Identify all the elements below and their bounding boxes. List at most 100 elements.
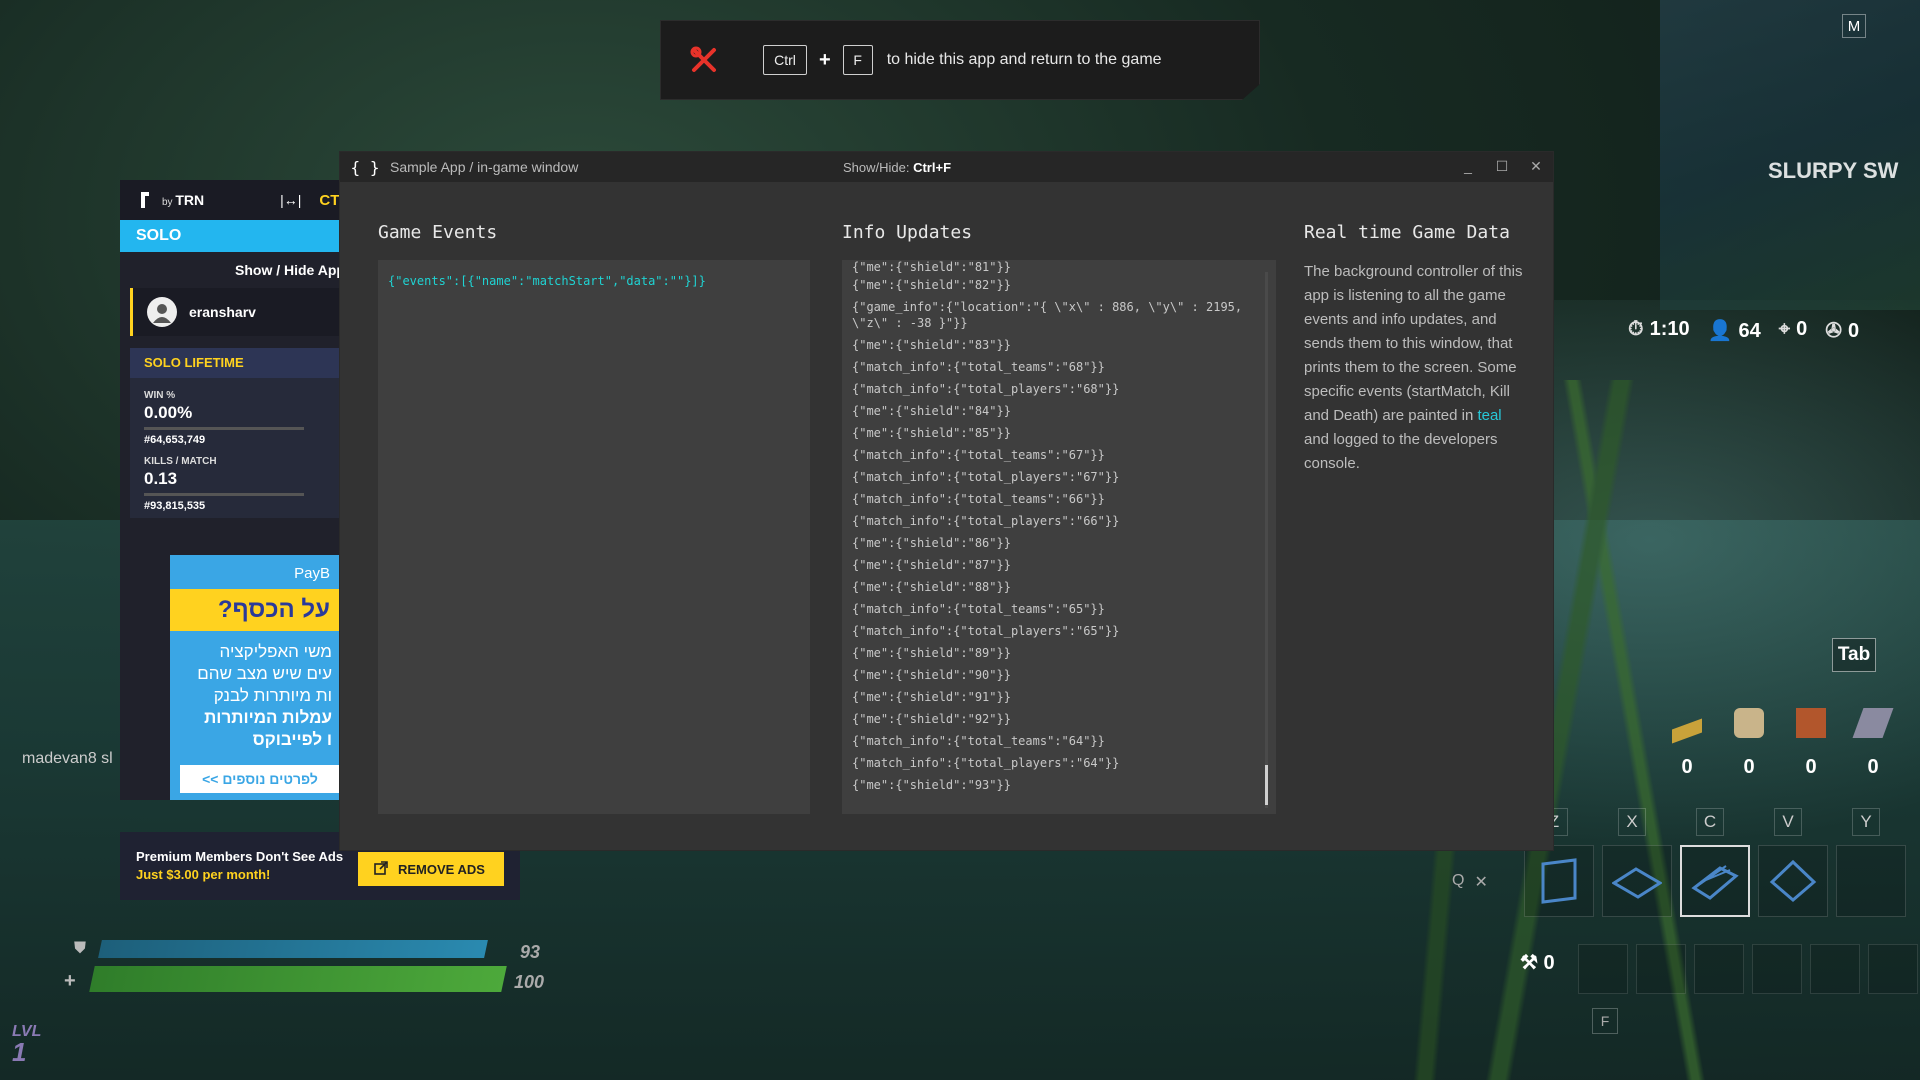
ad-more-button[interactable]: לפרטים נוספים >> — [180, 765, 340, 793]
hint-prefix: Show/Hide: — [843, 160, 914, 175]
info-line: {"me":{"shield":"81"}} — [852, 260, 1011, 274]
level-number: 1 — [12, 1037, 27, 1067]
ad-line: ו לפייבוקס — [252, 730, 332, 749]
show-hide-app-button[interactable]: Show / Hide App — [120, 252, 340, 288]
build-keys: Z X C V Y — [1540, 808, 1880, 836]
shield-bar — [98, 940, 488, 958]
ad-headline: על הכסף? — [170, 589, 340, 631]
info-line: {"match_info":{"total_teams":"65"}} — [852, 602, 1105, 616]
inventory-slot[interactable] — [1868, 944, 1918, 994]
material-wood: 0 — [1732, 708, 1766, 779]
ammo-icon — [1672, 718, 1702, 744]
info-line: {"me":{"shield":"86"}} — [852, 536, 1011, 550]
premium-line2: Just $3.00 per month! — [136, 867, 271, 882]
inventory-slot[interactable] — [1810, 944, 1860, 994]
floor-icon — [1612, 867, 1662, 899]
maximize-button[interactable]: ☐ — [1495, 158, 1509, 175]
info-updates-log[interactable]: {"me":{"shield":"81"}} {"me":{"shield":"… — [842, 260, 1276, 814]
ad-line: משי האפליקציה — [219, 642, 332, 661]
stats-block: WIN % 0.00% #64,653,749 KILLS / MATCH 0.… — [130, 378, 340, 518]
mode-label[interactable]: SOLO — [120, 220, 340, 252]
metal-icon — [1852, 708, 1894, 738]
stat-bar — [144, 493, 304, 496]
trn-header: by TRN |↔| CT — [120, 180, 340, 220]
expand-icon[interactable]: |↔| — [280, 192, 301, 208]
scrollbar-thumb[interactable] — [1265, 765, 1268, 805]
minimize-button[interactable]: _ — [1461, 158, 1475, 175]
info-line: {"me":{"shield":"90"}} — [852, 668, 1011, 682]
avatar — [147, 297, 177, 327]
ad-brand: PayB — [170, 555, 340, 589]
user-row[interactable]: eransharv — [130, 288, 340, 336]
roof-slot[interactable] — [1758, 845, 1828, 917]
info-line: {"me":{"shield":"91"}} — [852, 690, 1011, 704]
game-events-log[interactable]: {"events":[{"name":"matchStart","data":"… — [378, 260, 810, 814]
close-button[interactable]: ✕ — [1529, 158, 1543, 175]
stat-rank: #93,815,535 — [144, 500, 206, 512]
assists-stat: ✇ 0 — [1825, 318, 1859, 343]
materials: 0 0 0 0 — [1670, 708, 1894, 779]
wall-icon — [1541, 858, 1577, 904]
person-icon: 👤 — [1707, 320, 1733, 342]
plus-sign: + — [819, 48, 831, 71]
wood-icon — [1734, 708, 1764, 738]
health-bar — [89, 966, 507, 992]
material-count: 0 — [1743, 756, 1755, 778]
info-line: {"match_info":{"total_teams":"66"}} — [852, 492, 1105, 506]
crosshair-icon: ⌖ — [1778, 318, 1791, 340]
material-ammo: 0 — [1670, 708, 1704, 779]
title-bar[interactable]: { } Sample App / in-game window Show/Hid… — [340, 152, 1553, 182]
stat-bar — [144, 427, 304, 430]
health-icon: + — [64, 970, 76, 992]
empty-slot[interactable] — [1836, 845, 1906, 917]
build-key: Y — [1852, 808, 1880, 836]
hint-keys: Ctrl+F — [913, 160, 952, 175]
material-brick: 0 — [1794, 708, 1828, 779]
stat-label: WIN % — [144, 390, 176, 401]
cancel-icon: ✕ — [1474, 874, 1488, 891]
inventory-slot[interactable] — [1694, 944, 1744, 994]
scrollbar-track[interactable] — [1265, 272, 1268, 808]
hotkey-banner: Ctrl + F to hide this app and return to … — [660, 20, 1260, 100]
material-count: 0 — [1681, 756, 1693, 778]
remove-ads-label: REMOVE ADS — [398, 861, 485, 877]
f-keycap: F — [842, 45, 873, 75]
ammo-value: 0 — [1543, 952, 1555, 974]
kills-stat: ⌖ 0 — [1779, 318, 1807, 343]
ctrl-keycap: Ctrl — [763, 45, 807, 75]
stat-value: 0.13 — [144, 469, 178, 488]
info-line: {"me":{"shield":"83"}} — [852, 338, 1011, 352]
stat-win: WIN % 0.00% #64,653,749 — [144, 390, 326, 446]
username: eransharv — [189, 304, 256, 320]
floor-slot[interactable] — [1602, 845, 1672, 917]
map-key: M — [1842, 14, 1866, 38]
inventory-slot[interactable] — [1752, 944, 1802, 994]
window-title: Sample App / in-game window — [390, 159, 579, 175]
trn-by-text: by — [162, 197, 173, 208]
premium-line1: Premium Members Don't See Ads — [136, 849, 344, 864]
inventory-slot[interactable] — [1636, 944, 1686, 994]
info-line: {"me":{"shield":"93"}} — [852, 778, 1011, 792]
sample-app-window: { } Sample App / in-game window Show/Hid… — [340, 152, 1553, 850]
show-hide-hint: Show/Hide: Ctrl+F — [843, 160, 951, 175]
info-line: {"match_info":{"total_teams":"68"}} — [852, 360, 1105, 374]
inventory-slot-pickaxe[interactable] — [1578, 944, 1628, 994]
stairs-slot[interactable] — [1680, 845, 1750, 917]
stat-kills: KILLS / MATCH 0.13 #93,815,535 — [144, 456, 326, 512]
ammo-icon: ⚒ — [1520, 952, 1538, 974]
info-line: {"me":{"shield":"82"}} — [852, 278, 1011, 292]
ad-line: ות מיותרות לבנק — [213, 686, 332, 705]
ad-banner[interactable]: PayB על הכסף? משי האפליקציה עים שיש מצב … — [170, 555, 340, 800]
info-line: {"match_info":{"total_teams":"67"}} — [852, 448, 1105, 462]
minimap — [1660, 0, 1920, 310]
trn-logo-icon — [134, 189, 156, 211]
kills-value: 0 — [1796, 318, 1808, 340]
info-line: {"match_info":{"total_players":"64"}} — [852, 756, 1120, 770]
remove-ads-button[interactable]: REMOVE ADS — [358, 852, 504, 886]
external-link-icon — [374, 860, 388, 878]
wall-slot[interactable] — [1524, 845, 1594, 917]
q-key-row: Q ✕ — [1452, 872, 1488, 892]
app-logo-icon: { } — [350, 157, 380, 177]
info-updates-title: Info Updates — [842, 222, 973, 243]
material-count: 0 — [1867, 756, 1879, 778]
